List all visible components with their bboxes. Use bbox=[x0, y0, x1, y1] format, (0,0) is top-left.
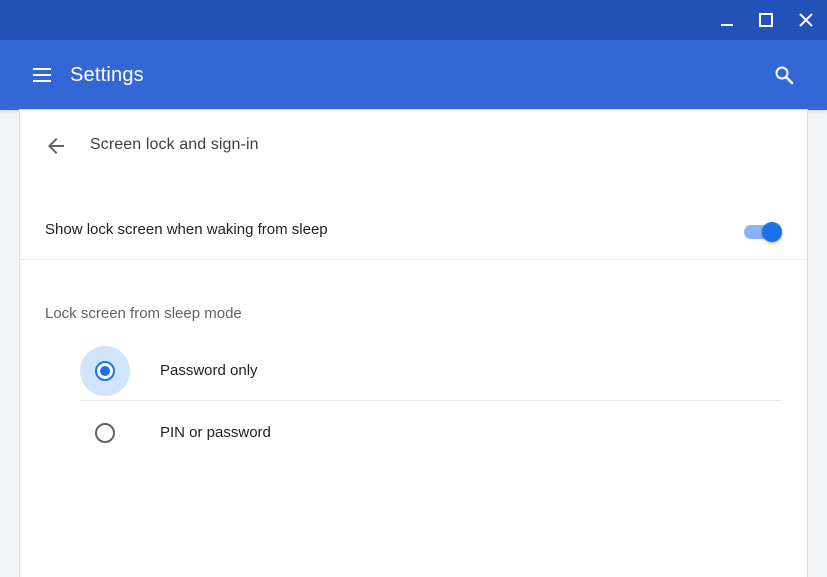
close-icon bbox=[799, 13, 813, 27]
lock-on-wake-toggle[interactable] bbox=[742, 219, 782, 242]
search-icon bbox=[775, 66, 794, 85]
window-close-button[interactable] bbox=[786, 0, 826, 40]
main-menu-button[interactable] bbox=[22, 55, 62, 95]
subpage-header: Screen lock and sign-in bbox=[20, 110, 807, 180]
radio-button-unchecked[interactable] bbox=[95, 423, 115, 443]
radio-label-password-only: Password only bbox=[160, 362, 258, 379]
app-header: Settings bbox=[0, 40, 827, 110]
radio-option-pin-or-password[interactable]: PIN or password bbox=[80, 402, 782, 463]
settings-card: Screen lock and sign-in Show lock screen… bbox=[20, 110, 807, 577]
window-maximize-button[interactable] bbox=[746, 0, 786, 40]
lock-on-wake-label: Show lock screen when waking from sleep bbox=[45, 221, 328, 238]
hamburger-menu-icon bbox=[33, 68, 51, 82]
app-title: Settings bbox=[70, 64, 144, 86]
window-titlebar bbox=[0, 0, 827, 40]
lock-mode-section-label: Lock screen from sleep mode bbox=[45, 305, 242, 322]
toggle-knob bbox=[762, 222, 782, 242]
radio-dot bbox=[100, 366, 110, 376]
radio-label-pin-or-password: PIN or password bbox=[160, 424, 271, 441]
minimize-icon bbox=[721, 24, 733, 26]
lock-on-wake-row: Show lock screen when waking from sleep bbox=[20, 208, 807, 260]
radio-option-password-only[interactable]: Password only bbox=[80, 340, 782, 401]
window-minimize-button[interactable] bbox=[707, 0, 747, 40]
back-button[interactable] bbox=[36, 126, 76, 166]
maximize-icon bbox=[759, 13, 773, 27]
arrow-back-icon bbox=[48, 138, 64, 154]
subpage-title: Screen lock and sign-in bbox=[90, 136, 259, 153]
radio-button-checked[interactable] bbox=[95, 361, 115, 381]
search-button[interactable] bbox=[764, 55, 804, 95]
